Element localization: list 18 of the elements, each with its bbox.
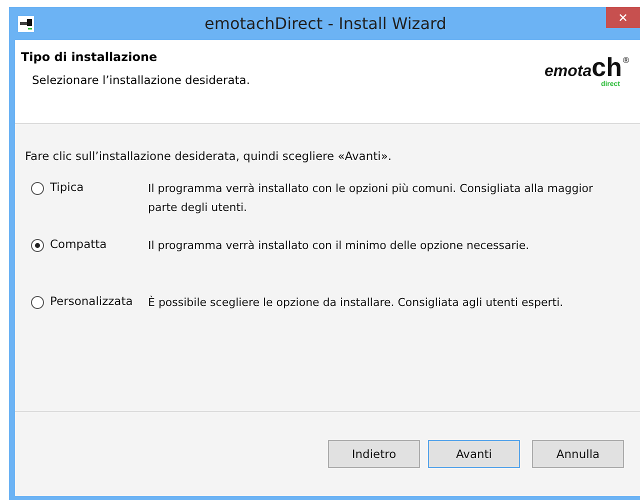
instruction-text: Fare clic sull’installazione desiderata, quindi scegliere «Avanti».	[25, 149, 393, 163]
dialog-button[interactable]: Avanti	[428, 440, 520, 468]
registered-mark: ®	[622, 56, 630, 65]
radio-option[interactable]: Tipica	[31, 180, 148, 196]
radio-option[interactable]: Compatta	[31, 237, 148, 253]
dialog-button[interactable]: Annulla	[532, 440, 624, 468]
option-description: È possibile scegliere le opzione da installare. Consigliata agli utenti esperti.	[148, 294, 564, 311]
dialog-button[interactable]: Indietro	[328, 440, 420, 468]
logo-accent-text: ch	[592, 56, 622, 78]
option-description: Il programma verrà installato con il minimo delle opzione necessarie.	[148, 238, 530, 254]
option-description: Il programma verrà installato con le opzioni più comuni. Consigliata alla maggior parte degli utenti.	[148, 181, 594, 216]
page-title: Tipo di installazione	[21, 50, 158, 64]
radio-option[interactable]: Personalizzata	[31, 294, 148, 310]
logo-text: emota	[544, 63, 592, 81]
page-subtitle: Selezionare l’installazione desiderata.	[31, 73, 251, 87]
window-title: emotachDirect - Install Wizard	[204, 14, 448, 33]
app-logo-icon	[18, 16, 34, 32]
close-button[interactable]: ✕	[606, 7, 640, 28]
